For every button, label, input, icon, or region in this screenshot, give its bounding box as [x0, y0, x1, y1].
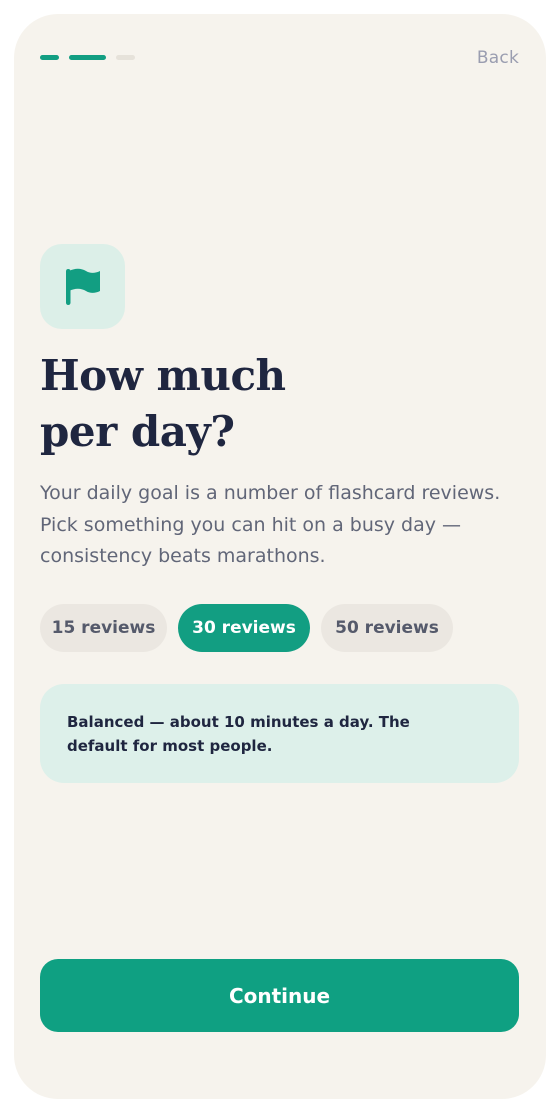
- progress-step-2: [69, 55, 106, 60]
- flag-icon-tile: [40, 244, 125, 329]
- back-button[interactable]: Back: [477, 48, 519, 68]
- page-title: How much per day?: [40, 348, 440, 460]
- title-line-2: per day?: [40, 407, 235, 456]
- goal-info-box: Balanced — about 10 minutes a day. The d…: [40, 684, 519, 783]
- option-15-reviews[interactable]: 15 reviews: [40, 604, 167, 652]
- option-50-reviews[interactable]: 50 reviews: [321, 604, 453, 652]
- page-description: Your daily goal is a number of flashcard…: [40, 482, 501, 567]
- progress-indicator: [40, 55, 135, 60]
- goal-info-text: Balanced — about 10 minutes a day. The d…: [67, 713, 410, 755]
- progress-step-1: [40, 55, 59, 60]
- continue-button[interactable]: Continue: [40, 959, 519, 1032]
- onboarding-card: Back How much per day? Your daily goal i…: [14, 14, 546, 1099]
- title-line-1: How much: [40, 351, 286, 400]
- option-30-reviews[interactable]: 30 reviews: [178, 604, 310, 652]
- progress-step-3: [116, 55, 135, 60]
- goal-options: 15 reviews 30 reviews 50 reviews: [40, 604, 453, 652]
- flag-icon: [65, 268, 100, 305]
